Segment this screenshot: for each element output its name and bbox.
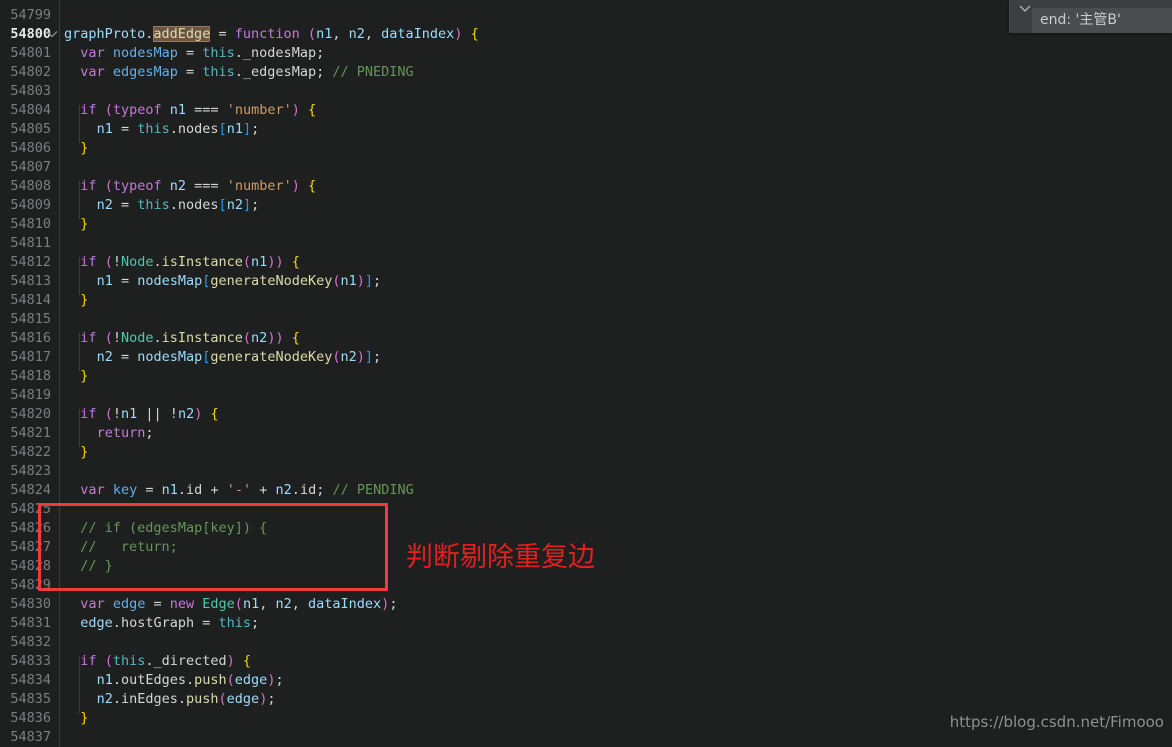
code-line[interactable]: if (this._directed) {: [60, 652, 1172, 671]
code-line[interactable]: if (!Node.isInstance(n1)) {: [60, 253, 1172, 272]
code-line[interactable]: n2 = nodesMap[generateNodeKey(n2)];: [60, 348, 1172, 367]
code-line[interactable]: // }: [60, 557, 1172, 576]
code-line[interactable]: [60, 158, 1172, 177]
line-number-gutter: 5479854799548005480154802548035480454805…: [0, 0, 60, 747]
chevron-down-icon[interactable]: [45, 25, 59, 44]
code-line[interactable]: }: [60, 443, 1172, 462]
indent-guide: [79, 656, 80, 713]
tooltip-popup-body: end: '主管B': [1032, 8, 1172, 33]
line-number: 54803: [10, 83, 51, 99]
code-line[interactable]: n1.outEdges.push(edge);: [60, 671, 1172, 690]
line-number: 54831: [10, 615, 51, 631]
line-number: 54813: [10, 273, 51, 289]
line-number: 54833: [10, 653, 51, 669]
line-number: 54834: [10, 672, 51, 688]
code-line[interactable]: [60, 462, 1172, 481]
line-number: 54837: [10, 729, 51, 745]
line-number: 54824: [10, 482, 51, 498]
code-line[interactable]: edge.hostGraph = this;: [60, 614, 1172, 633]
line-number: 54811: [10, 235, 51, 251]
line-number: 54812: [10, 254, 51, 270]
line-number: 54820: [10, 406, 51, 422]
line-number: 54809: [10, 197, 51, 213]
code-line[interactable]: var nodesMap = this._nodesMap;: [60, 44, 1172, 63]
code-line[interactable]: [60, 633, 1172, 652]
line-number: 54828: [10, 558, 51, 574]
line-number: 54804: [10, 102, 51, 118]
line-number: 54805: [10, 121, 51, 137]
line-number: 54830: [10, 596, 51, 612]
line-number: 54832: [10, 634, 51, 650]
code-line[interactable]: }: [60, 291, 1172, 310]
line-number: 54815: [10, 311, 51, 327]
line-number: 54836: [10, 710, 51, 726]
code-line[interactable]: [60, 310, 1172, 329]
indent-guide: [79, 181, 80, 219]
line-number: 54800: [10, 26, 51, 42]
line-number: 54819: [10, 387, 51, 403]
code-line[interactable]: n2.inEdges.push(edge);: [60, 690, 1172, 709]
line-number: 54827: [10, 539, 51, 555]
line-number: 54829: [10, 577, 51, 593]
code-line[interactable]: n1 = this.nodes[n1];: [60, 120, 1172, 139]
code-line[interactable]: // if (edgesMap[key]) {: [60, 519, 1172, 538]
line-number: 54821: [10, 425, 51, 441]
code-line[interactable]: [60, 82, 1172, 101]
line-number: 54806: [10, 140, 51, 156]
code-line[interactable]: [60, 576, 1172, 595]
code-line[interactable]: graphProto.addEdge = function (n1, n2, d…: [60, 25, 1172, 44]
code-line[interactable]: [60, 6, 1172, 25]
line-number: 54808: [10, 178, 51, 194]
indent-guide: [79, 105, 80, 143]
code-line[interactable]: if (!n1 || !n2) {: [60, 405, 1172, 424]
line-number: 54801: [10, 45, 51, 61]
tooltip-popup-label: end: '主管B': [1040, 12, 1121, 28]
code-line[interactable]: [60, 234, 1172, 253]
code-line[interactable]: var key = n1.id + '-' + n2.id; // PENDIN…: [60, 481, 1172, 500]
tooltip-popup[interactable]: end: '主管B': [1009, 0, 1172, 33]
line-number: 54810: [10, 216, 51, 232]
code-line[interactable]: }: [60, 367, 1172, 386]
code-line[interactable]: var edge = new Edge(n1, n2, dataIndex);: [60, 595, 1172, 614]
indent-guide: [79, 409, 80, 447]
watermark-url: https://blog.csdn.net/Fimooo: [949, 713, 1164, 731]
line-number: 54799: [10, 7, 51, 23]
line-number: 54818: [10, 368, 51, 384]
line-number: 54822: [10, 444, 51, 460]
code-line[interactable]: if (!Node.isInstance(n2)) {: [60, 329, 1172, 348]
code-line[interactable]: [60, 386, 1172, 405]
line-number: 54807: [10, 159, 51, 175]
indent-guide: [79, 333, 80, 371]
code-line[interactable]: }: [60, 139, 1172, 158]
line-number: 54835: [10, 691, 51, 707]
line-number: 54823: [10, 463, 51, 479]
line-number: 54817: [10, 349, 51, 365]
code-line[interactable]: // return;: [60, 538, 1172, 557]
code-line[interactable]: n2 = this.nodes[n2];: [60, 196, 1172, 215]
code-line[interactable]: var edgesMap = this._edgesMap; // PNEDIN…: [60, 63, 1172, 82]
line-number: 54816: [10, 330, 51, 346]
code-line[interactable]: [60, 500, 1172, 519]
line-number: 54802: [10, 64, 51, 80]
indent-guide: [79, 257, 80, 295]
code-line[interactable]: n1 = nodesMap[generateNodeKey(n1)];: [60, 272, 1172, 291]
code-editor[interactable]: 5479854799548005480154802548035480454805…: [0, 0, 1172, 747]
annotation-note-text: 判断剔除重复边: [406, 542, 595, 573]
code-content-area[interactable]: graphProto.addEdge = function (n1, n2, d…: [60, 0, 1172, 747]
line-number: 54814: [10, 292, 51, 308]
code-line[interactable]: }: [60, 215, 1172, 234]
line-number: 54825: [10, 501, 51, 517]
code-line[interactable]: if (typeof n1 === 'number') {: [60, 101, 1172, 120]
code-line[interactable]: return;: [60, 424, 1172, 443]
code-line[interactable]: if (typeof n2 === 'number') {: [60, 177, 1172, 196]
line-number: 54826: [10, 520, 51, 536]
